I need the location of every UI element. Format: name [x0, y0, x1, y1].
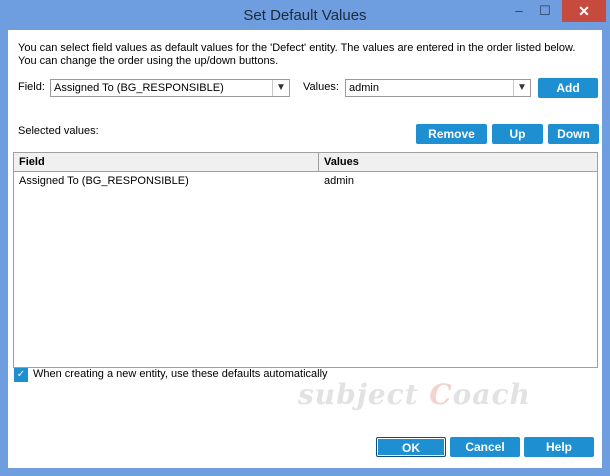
- column-header-field[interactable]: Field: [14, 153, 319, 171]
- auto-default-label: When creating a new entity, use these de…: [33, 368, 328, 380]
- info-text: You can select field values as default v…: [18, 42, 598, 68]
- help-button[interactable]: Help: [524, 437, 594, 457]
- ok-button[interactable]: OK: [376, 437, 446, 457]
- field-dropdown-value: Assigned To (BG_RESPONSIBLE): [54, 82, 224, 94]
- field-dropdown[interactable]: Assigned To (BG_RESPONSIBLE) ▼: [50, 79, 290, 97]
- watermark-part-3: oach: [452, 378, 531, 411]
- watermark-logo: subject Coach: [298, 378, 531, 411]
- dialog-window: Set Default Values – ☐ ✕ You can select …: [0, 0, 610, 476]
- cell-field: Assigned To (BG_RESPONSIBLE): [19, 175, 189, 187]
- close-button[interactable]: ✕: [562, 0, 606, 22]
- chevron-down-icon[interactable]: ▼: [513, 80, 530, 96]
- info-line-2: You can change the order using the up/do…: [18, 55, 279, 67]
- cancel-button[interactable]: Cancel: [450, 437, 520, 457]
- table-row[interactable]: Assigned To (BG_RESPONSIBLE) admin: [14, 172, 597, 190]
- field-label: Field:: [18, 81, 45, 93]
- minimize-button[interactable]: –: [508, 0, 530, 22]
- selected-values-grid[interactable]: Field Values Assigned To (BG_RESPONSIBLE…: [13, 152, 598, 368]
- down-button[interactable]: Down: [548, 124, 599, 144]
- maximize-button[interactable]: ☐: [534, 0, 556, 22]
- up-button[interactable]: Up: [492, 124, 543, 144]
- title-bar[interactable]: Set Default Values – ☐ ✕: [0, 0, 610, 30]
- auto-default-checkbox[interactable]: ✓: [14, 368, 28, 382]
- selected-values-label: Selected values:: [18, 125, 99, 137]
- watermark-part-2: C: [429, 378, 453, 411]
- dialog-content: You can select field values as default v…: [8, 30, 602, 468]
- add-button[interactable]: Add: [538, 78, 598, 98]
- watermark-part-1: subject: [298, 378, 430, 411]
- cell-value: admin: [324, 175, 354, 187]
- remove-button[interactable]: Remove: [416, 124, 487, 144]
- column-header-values[interactable]: Values: [319, 153, 597, 171]
- values-dropdown[interactable]: admin ▼: [345, 79, 531, 97]
- grid-header: Field Values: [14, 153, 597, 172]
- values-dropdown-value: admin: [349, 82, 379, 94]
- values-label: Values:: [303, 81, 339, 93]
- info-line-1: You can select field values as default v…: [18, 42, 576, 54]
- chevron-down-icon[interactable]: ▼: [272, 80, 289, 96]
